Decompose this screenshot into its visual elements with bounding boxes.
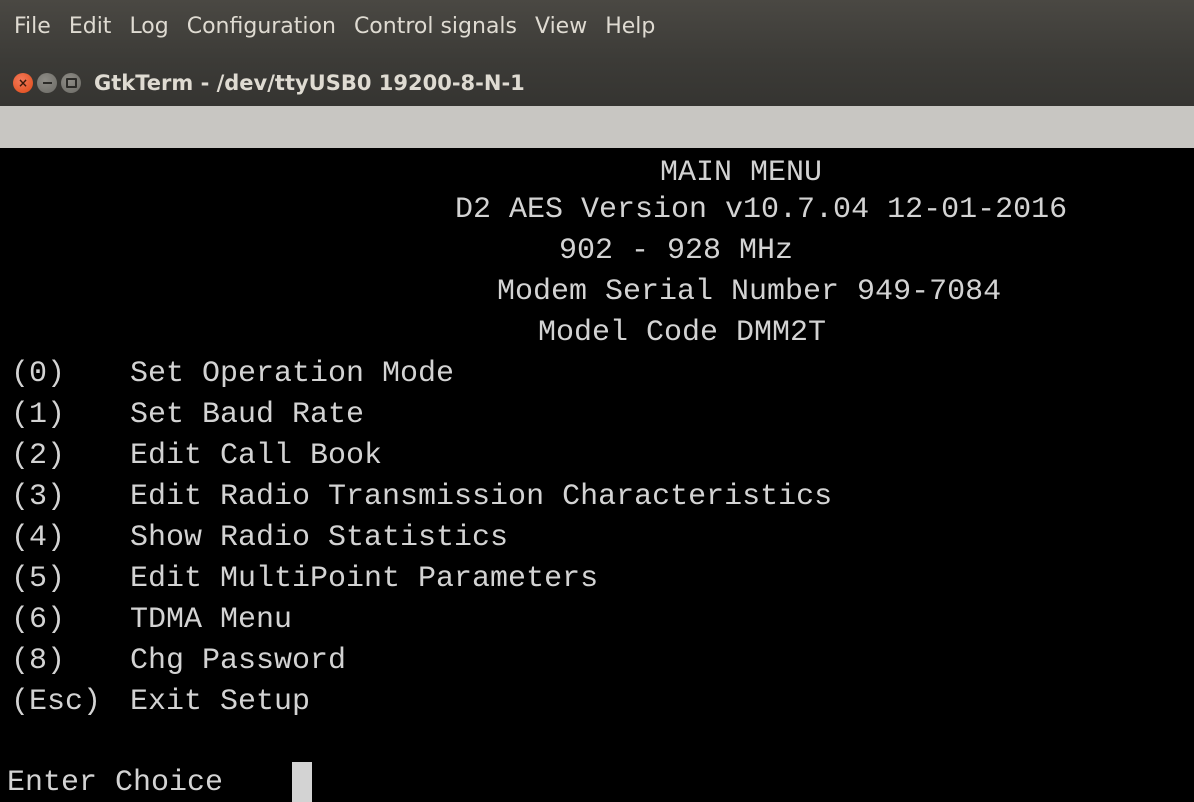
terminal-area[interactable]: MAIN MENU D2 AES Version v10.7.04 12-01-…: [0, 148, 1194, 802]
menu-file[interactable]: File: [14, 14, 51, 39]
menu-bar: File Edit Log Configuration Control sign…: [0, 0, 1194, 60]
menu-help[interactable]: Help: [605, 14, 655, 39]
title-bar: × GtkTerm - /dev/ttyUSB0 19200-8-N-1: [0, 60, 1194, 106]
minimize-icon[interactable]: [37, 73, 57, 93]
menu-key-6: (6): [11, 603, 66, 637]
menu-control-signals[interactable]: Control signals: [354, 14, 517, 39]
close-icon[interactable]: ×: [13, 73, 33, 93]
menu-edit[interactable]: Edit: [69, 14, 112, 39]
menu-key-3: (3): [11, 480, 66, 514]
input-prompt: Enter Choice: [7, 766, 224, 800]
menu-option-3: Edit Radio Transmission Characteristics: [130, 480, 833, 514]
menu-key-0: (0): [11, 357, 66, 391]
menu-option-0: Set Operation Mode: [130, 357, 455, 391]
menu-key-2: (2): [11, 439, 66, 473]
frequency-line: 902 - 928 MHz: [559, 234, 794, 268]
menu-option-2: Edit Call Book: [130, 439, 383, 473]
menu-key-1: (1): [11, 398, 66, 432]
menu-option-5: Edit MultiPoint Parameters: [130, 562, 599, 596]
menu-key-5: (5): [11, 562, 66, 596]
menu-key-esc: (Esc): [11, 685, 102, 719]
toolbar-strip: [0, 106, 1194, 148]
menu-items: File Edit Log Configuration Control sign…: [14, 14, 673, 39]
menu-title: MAIN MENU: [660, 156, 823, 190]
menu-option-4: Show Radio Statistics: [130, 521, 509, 555]
menu-option-esc: Exit Setup: [130, 685, 311, 719]
menu-option-6: TDMA Menu: [130, 603, 293, 637]
menu-log[interactable]: Log: [129, 14, 168, 39]
version-line: D2 AES Version v10.7.04 12-01-2016: [455, 193, 1068, 227]
window-title: GtkTerm - /dev/ttyUSB0 19200-8-N-1: [94, 71, 525, 95]
menu-view[interactable]: View: [535, 14, 587, 39]
menu-key-4: (4): [11, 521, 66, 555]
menu-option-1: Set Baud Rate: [130, 398, 365, 432]
serial-line: Modem Serial Number 949-7084: [497, 275, 1002, 309]
menu-option-8: Chg Password: [130, 644, 347, 678]
text-cursor: [292, 762, 312, 802]
menu-configuration[interactable]: Configuration: [187, 14, 336, 39]
maximize-icon[interactable]: [61, 73, 81, 93]
menu-key-8: (8): [11, 644, 66, 678]
model-line: Model Code DMM2T: [538, 316, 827, 350]
